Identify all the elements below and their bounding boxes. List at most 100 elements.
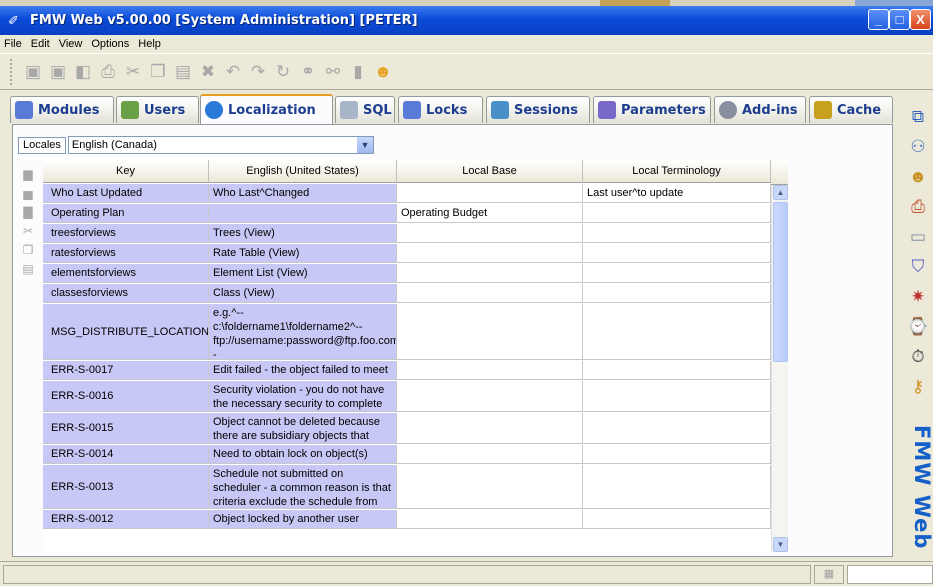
local-base-cell[interactable] [397,244,583,262]
menu-edit[interactable]: Edit [31,38,50,50]
column-header-local-base[interactable]: Local Base [397,160,583,183]
key-cell[interactable]: Operating Plan [43,204,209,222]
key-cell[interactable]: ERR-S-0014 [43,445,209,463]
table-row[interactable]: ERR-S-0016 Security violation - you do no… [43,381,771,412]
print-icon[interactable]: ⎙ [97,61,119,83]
english-cell[interactable]: Trees (View) [209,224,397,242]
link-icon[interactable]: ⚭ [297,61,319,83]
key-cell[interactable]: ERR-S-0012 [43,510,209,528]
local-base-cell[interactable] [397,304,583,359]
copy-icon[interactable]: ❐ [147,61,169,83]
local-terminology-cell[interactable] [583,510,771,528]
refresh-icon[interactable]: ↻ [272,61,294,83]
english-cell[interactable]: Element List (View) [209,264,397,282]
minimize-button[interactable]: _ [868,9,889,30]
monitor-icon[interactable]: ▭ [907,226,929,248]
local-terminology-cell[interactable] [583,204,771,222]
tab-add-ins[interactable]: Add-ins [714,96,806,123]
local-base-cell[interactable] [397,264,583,282]
schedule-icon[interactable]: ⌚ [907,316,929,338]
column-header-english[interactable]: English (United States) [209,160,397,183]
tab-sessions[interactable]: Sessions [486,96,590,123]
local-base-cell[interactable] [397,184,583,202]
local-base-cell[interactable]: Operating Budget [397,204,583,222]
key-cell[interactable]: ERR-S-0016 [43,381,209,411]
english-cell[interactable]: Who Last^Changed [209,184,397,202]
local-terminology-cell[interactable] [583,284,771,302]
printer-icon[interactable]: ⎙ [907,196,929,218]
local-terminology-cell[interactable]: Last user^to update [583,184,771,202]
key-cell[interactable]: ratesforviews [43,244,209,262]
english-cell[interactable]: Need to obtain lock on object(s) [209,445,397,463]
table-row[interactable]: treesforviews Trees (View) [43,224,771,243]
shield-icon[interactable]: ⛉ [907,256,929,278]
user-icon[interactable]: ☻ [372,61,394,83]
local-terminology-cell[interactable] [583,445,771,463]
tab-sql[interactable]: SQL [335,96,395,123]
local-terminology-cell[interactable] [583,361,771,379]
scroll-down-icon[interactable]: ▼ [773,537,788,552]
local-terminology-cell[interactable] [583,224,771,242]
close-button[interactable]: X [910,9,931,30]
key-cell[interactable]: classesforviews [43,284,209,302]
tab-cache[interactable]: Cache [809,96,893,123]
local-terminology-cell[interactable] [583,244,771,262]
key-cell[interactable]: ERR-S-0015 [43,413,209,443]
title-bar[interactable]: ✐ FMW Web v5.00.00 [System Administratio… [0,6,933,35]
plugin-icon[interactable]: ⧉ [907,106,929,128]
key-cell[interactable]: ERR-S-0013 [43,465,209,508]
local-base-cell[interactable] [397,445,583,463]
redo-icon[interactable]: ↷ [247,61,269,83]
grid-vertical-scrollbar[interactable]: ▲ ▼ [771,185,788,552]
chevron-down-icon[interactable]: ▼ [356,137,373,153]
english-cell[interactable]: Rate Table (View) [209,244,397,262]
new-row-icon[interactable]: ▆ [21,168,35,180]
english-cell[interactable]: e.g.^-- c:\foldername1\foldername2^-- ft… [209,304,397,359]
tab-users[interactable]: Users [116,96,199,123]
local-base-cell[interactable] [397,465,583,508]
local-terminology-cell[interactable] [583,465,771,508]
menu-help[interactable]: Help [138,38,161,50]
local-terminology-cell[interactable] [583,304,771,359]
table-row[interactable]: elementsforviews Element List (View) [43,264,771,283]
table-row[interactable]: ERR-S-0012 Object locked by another user [43,510,771,529]
column-header-local-terminology[interactable]: Local Terminology [583,160,771,183]
copy-icon[interactable]: ❐ [21,244,35,256]
undo-icon[interactable]: ↶ [222,61,244,83]
network-icon[interactable]: ⚇ [907,136,929,158]
english-cell[interactable] [209,204,397,222]
local-base-cell[interactable] [397,284,583,302]
toolbar-grip[interactable] [10,58,14,85]
tab-parameters[interactable]: Parameters [593,96,711,123]
english-cell[interactable]: Schedule not submitted on scheduler - a … [209,465,397,508]
table-row[interactable]: ERR-S-0014 Need to obtain lock on object(… [43,445,771,464]
local-base-cell[interactable] [397,224,583,242]
locale-dropdown[interactable]: English (Canada) ▼ [67,136,374,154]
users-icon[interactable]: ☻ [907,166,929,188]
delete-row-icon[interactable]: ▇ [21,206,35,218]
key-cell[interactable]: treesforviews [43,224,209,242]
tab-locks[interactable]: Locks [398,96,483,123]
english-cell[interactable]: Security violation - you do not have the… [209,381,397,411]
cut-icon[interactable]: ✂ [21,225,35,237]
cut-icon[interactable]: ✂ [122,61,144,83]
maximize-button[interactable]: □ [889,9,910,30]
paste-icon[interactable]: ▤ [172,61,194,83]
menu-options[interactable]: Options [91,38,129,50]
key-cell[interactable]: elementsforviews [43,264,209,282]
table-row[interactable]: ERR-S-0017 Edit failed - the object faile… [43,361,771,380]
delete-icon[interactable]: ✖ [197,61,219,83]
menu-view[interactable]: View [59,38,83,50]
table-row[interactable]: ERR-S-0013 Schedule not submitted on sche… [43,465,771,509]
unlink-icon[interactable]: ⚯ [322,61,344,83]
table-row[interactable]: classesforviews Class (View) [43,284,771,303]
column-header-key[interactable]: Key [43,160,209,183]
local-terminology-cell[interactable] [583,381,771,411]
english-cell[interactable]: Object cannot be deleted because there a… [209,413,397,443]
save-row-icon[interactable]: ▅ [21,187,35,199]
scroll-up-icon[interactable]: ▲ [773,185,788,200]
table-row[interactable]: MSG_DISTRIBUTE_LOCATION e.g.^-- c:\folder… [43,304,771,360]
table-row[interactable]: ratesforviews Rate Table (View) [43,244,771,263]
english-cell[interactable]: Class (View) [209,284,397,302]
save-all-icon[interactable]: ▣ [22,61,44,83]
